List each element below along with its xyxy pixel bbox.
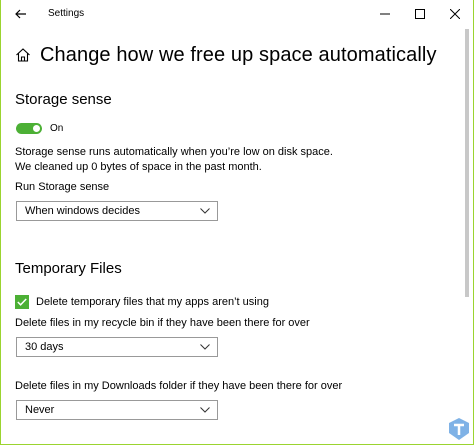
page-header: Change how we free up space automaticall… bbox=[15, 42, 437, 68]
title-bar: Settings bbox=[1, 0, 473, 28]
checkmark-icon bbox=[17, 298, 27, 306]
toggle-knob bbox=[33, 125, 40, 132]
chevron-down-icon bbox=[200, 344, 210, 350]
storage-sense-toggle-row: On bbox=[16, 123, 63, 134]
vertical-scrollbar[interactable] bbox=[465, 29, 469, 297]
downloads-folder-label: Delete files in my Downloads folder if t… bbox=[15, 380, 343, 392]
home-icon[interactable] bbox=[15, 47, 31, 63]
storage-sense-toggle[interactable] bbox=[16, 123, 42, 134]
storage-sense-heading: Storage sense bbox=[15, 91, 112, 108]
delete-temp-files-row: Delete temporary files that my apps aren… bbox=[15, 295, 269, 309]
maximize-icon bbox=[415, 9, 425, 19]
chevron-down-icon bbox=[200, 407, 210, 413]
back-button[interactable] bbox=[9, 4, 33, 24]
close-icon bbox=[450, 9, 460, 19]
toggle-state-label: On bbox=[50, 123, 64, 134]
storage-sense-description-2: We cleaned up 0 bytes of space in the pa… bbox=[15, 161, 262, 173]
downloads-folder-value: Never bbox=[25, 404, 55, 416]
site-logo-icon bbox=[449, 418, 469, 440]
recycle-bin-dropdown[interactable]: 30 days bbox=[16, 337, 218, 357]
downloads-folder-dropdown[interactable]: Never bbox=[16, 400, 218, 420]
app-title: Settings bbox=[48, 8, 85, 19]
settings-window: Settings Change how we free up space aut… bbox=[1, 0, 473, 444]
run-storage-sense-label: Run Storage sense bbox=[15, 181, 110, 193]
page-title: Change how we free up space automaticall… bbox=[40, 43, 437, 66]
recycle-bin-value: 30 days bbox=[25, 341, 64, 353]
close-button[interactable] bbox=[439, 2, 471, 26]
delete-temp-files-checkbox[interactable] bbox=[15, 295, 29, 309]
temporary-files-heading: Temporary Files bbox=[15, 260, 122, 277]
minimize-icon bbox=[380, 13, 390, 15]
storage-sense-description-1: Storage sense runs automatically when yo… bbox=[15, 146, 333, 158]
maximize-button[interactable] bbox=[404, 2, 436, 26]
delete-temp-files-label: Delete temporary files that my apps aren… bbox=[36, 296, 269, 308]
recycle-bin-label: Delete files in my recycle bin if they h… bbox=[15, 317, 310, 329]
run-storage-sense-dropdown[interactable]: When windows decides bbox=[16, 201, 218, 221]
back-arrow-icon bbox=[15, 9, 26, 19]
minimize-button[interactable] bbox=[369, 2, 401, 26]
chevron-down-icon bbox=[200, 208, 210, 214]
run-storage-sense-value: When windows decides bbox=[25, 205, 140, 217]
